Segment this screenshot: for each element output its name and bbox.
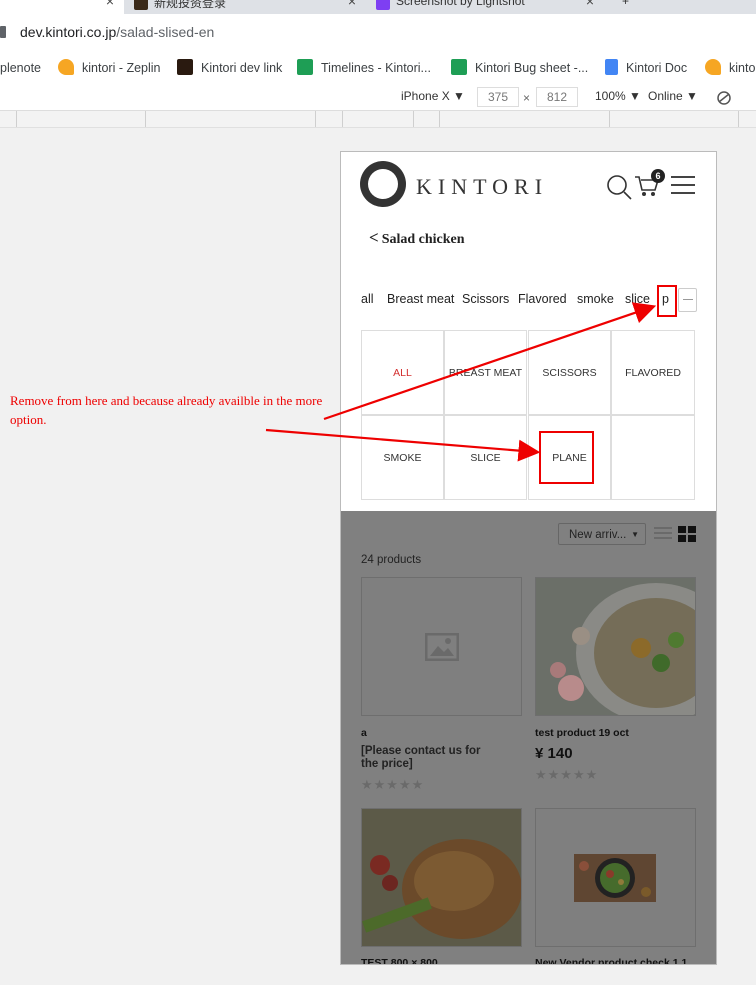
annotation-arrows [265,302,657,462]
